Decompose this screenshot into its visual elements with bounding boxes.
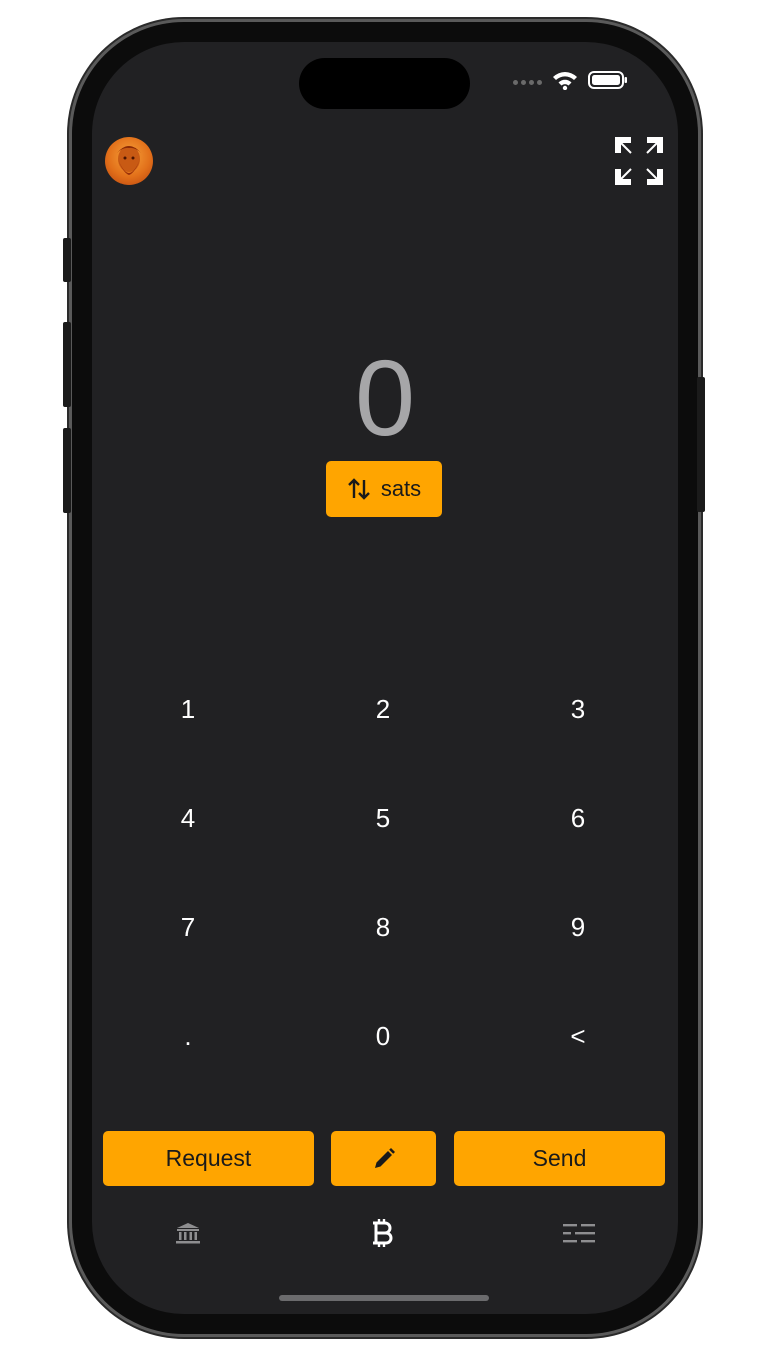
request-button[interactable]: Request (103, 1131, 314, 1186)
pencil-icon (374, 1147, 395, 1168)
dynamic-island (299, 58, 470, 109)
key-4[interactable]: 4 (128, 788, 248, 848)
wifi-icon (552, 70, 578, 95)
key-5[interactable]: 5 (323, 788, 443, 848)
swap-arrows-icon (347, 478, 370, 500)
key-9[interactable]: 9 (518, 897, 638, 957)
tab-bank[interactable] (158, 1216, 218, 1250)
tab-transactions[interactable] (549, 1216, 609, 1250)
scan-button[interactable] (613, 135, 665, 187)
status-bar (513, 70, 628, 95)
key-decimal[interactable]: . (128, 1006, 248, 1066)
silent-switch (63, 238, 71, 282)
volume-down-button (63, 428, 71, 513)
cellular-signal-icon (513, 80, 542, 85)
profile-avatar[interactable] (105, 137, 153, 185)
key-6[interactable]: 6 (518, 788, 638, 848)
bitcoin-icon (373, 1219, 393, 1247)
volume-up-button (63, 322, 71, 407)
key-0[interactable]: 0 (323, 1006, 443, 1066)
avatar-portrait (117, 146, 141, 175)
key-2[interactable]: 2 (323, 679, 443, 739)
key-3[interactable]: 3 (518, 679, 638, 739)
unit-toggle-button[interactable]: sats (326, 461, 442, 517)
home-indicator[interactable] (279, 1295, 489, 1301)
key-8[interactable]: 8 (323, 897, 443, 957)
transactions-list-icon (563, 1224, 595, 1243)
power-button (697, 377, 705, 512)
key-7[interactable]: 7 (128, 897, 248, 957)
scan-frame-icon (615, 137, 663, 185)
amount-display: 0 (354, 337, 416, 458)
battery-icon (588, 70, 628, 95)
send-button[interactable]: Send (454, 1131, 665, 1186)
app-screen: 0 sats 1 2 3 4 5 6 7 8 9 . 0 < Request S… (92, 42, 678, 1314)
key-1[interactable]: 1 (128, 679, 248, 739)
tab-bitcoin[interactable] (353, 1216, 413, 1250)
key-backspace[interactable]: < (518, 1006, 638, 1066)
edit-button[interactable] (331, 1131, 436, 1186)
bank-icon (176, 1223, 200, 1244)
unit-label: sats (380, 476, 422, 501)
